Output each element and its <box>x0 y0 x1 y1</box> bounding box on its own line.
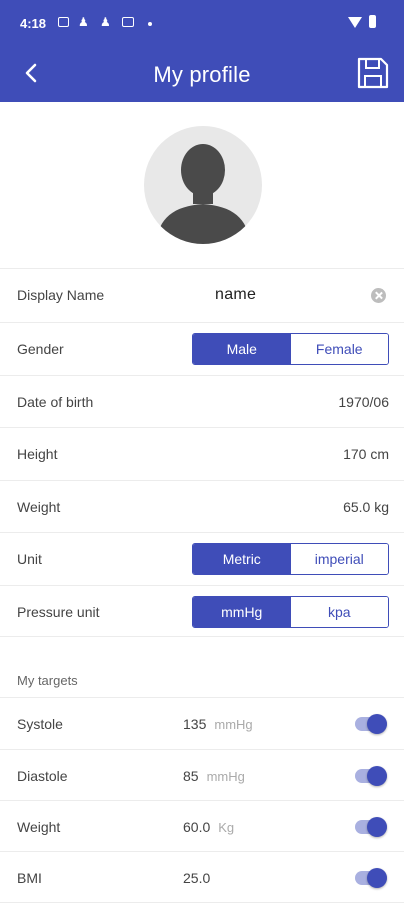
target-row-weight: Weight 60.0 Kg <box>0 800 404 852</box>
target-label: BMI <box>17 870 42 886</box>
display-name-input[interactable]: name <box>215 269 256 321</box>
target-toggle[interactable] <box>355 868 387 888</box>
target-number: 85 <box>183 768 199 784</box>
target-label: Weight <box>17 819 61 835</box>
notification-icon <box>122 17 134 27</box>
dob-row[interactable]: Date of birth 1970/06 <box>0 375 404 427</box>
app-header: 4:18 ♟ ♟ My profile <box>0 0 404 102</box>
pressure-unit-label: Pressure unit <box>17 604 100 620</box>
pressure-unit-segmented-control: mmHg kpa <box>192 596 389 628</box>
wifi-icon <box>348 17 362 28</box>
gender-male-option[interactable]: Male <box>193 334 291 364</box>
height-label: Height <box>17 446 58 462</box>
avatar[interactable] <box>144 126 262 244</box>
page-title: My profile <box>153 62 251 87</box>
person-silhouette-icon <box>156 144 250 244</box>
height-value[interactable]: 170 cm <box>343 428 389 480</box>
target-unit: Kg <box>218 820 235 835</box>
target-label: Systole <box>17 716 63 732</box>
display-name-row: Display Name name <box>0 268 404 320</box>
notification-icon <box>58 17 69 27</box>
gender-row: Gender Male Female <box>0 322 404 374</box>
target-row-systole: Systole 135 mmHg <box>0 697 404 749</box>
battery-icon <box>369 15 376 28</box>
target-number: 60.0 <box>183 819 211 835</box>
unit-imperial-option[interactable]: imperial <box>290 544 388 574</box>
status-time: 4:18 <box>20 16 47 31</box>
weight-value[interactable]: 65.0 kg <box>343 481 389 533</box>
app-bar: My profile <box>0 46 404 102</box>
weight-label: Weight <box>17 499 61 515</box>
clear-icon[interactable] <box>371 288 386 303</box>
pressure-mmhg-option[interactable]: mmHg <box>193 597 291 627</box>
unit-label: Unit <box>17 551 42 567</box>
status-bar: 4:18 ♟ ♟ <box>0 0 404 46</box>
pressure-unit-row: Pressure unit mmHg kpa <box>0 585 404 637</box>
targets-heading: My targets <box>17 673 78 688</box>
dob-label: Date of birth <box>17 394 94 410</box>
notification-icon: ♟ <box>100 15 111 29</box>
pressure-kpa-option[interactable]: kpa <box>290 597 388 627</box>
gender-label: Gender <box>17 341 64 357</box>
target-label: Diastole <box>17 768 68 784</box>
gender-female-option[interactable]: Female <box>290 334 388 364</box>
more-notifications-icon <box>148 22 152 26</box>
target-unit: mmHg <box>214 717 253 732</box>
unit-row: Unit Metric imperial <box>0 532 404 584</box>
target-toggle[interactable] <box>355 766 387 786</box>
target-toggle[interactable] <box>355 714 387 734</box>
target-toggle[interactable] <box>355 817 387 837</box>
height-row[interactable]: Height 170 cm <box>0 427 404 479</box>
dob-value[interactable]: 1970/06 <box>338 376 389 428</box>
target-unit: mmHg <box>206 769 245 784</box>
target-value[interactable]: 85 mmHg <box>183 750 245 803</box>
save-floppy-icon[interactable] <box>357 57 389 89</box>
gender-segmented-control: Male Female <box>192 333 389 365</box>
unit-metric-option[interactable]: Metric <box>193 544 291 574</box>
unit-segmented-control: Metric imperial <box>192 543 389 575</box>
target-value[interactable]: 135 mmHg <box>183 698 253 751</box>
display-name-label: Display Name <box>17 287 105 303</box>
target-value[interactable]: 60.0 Kg <box>183 801 234 854</box>
target-row-diastole: Diastole 85 mmHg <box>0 749 404 801</box>
notification-icon: ♟ <box>78 15 89 29</box>
target-value[interactable]: 25.0 <box>183 852 218 905</box>
target-row-bmi: BMI 25.0 <box>0 851 404 903</box>
target-number: 25.0 <box>183 870 211 886</box>
target-number: 135 <box>183 716 207 732</box>
weight-row[interactable]: Weight 65.0 kg <box>0 480 404 532</box>
